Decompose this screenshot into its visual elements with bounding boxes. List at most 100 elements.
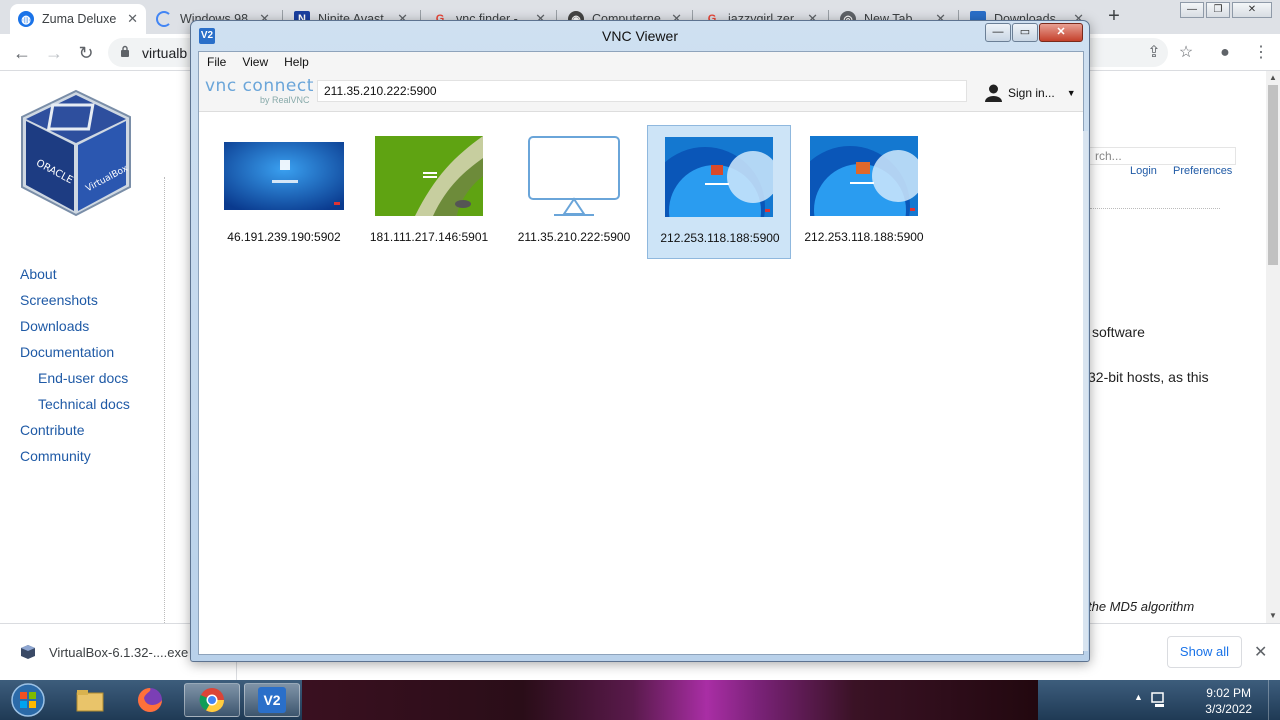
- clock-time: 9:02 PM: [1206, 686, 1251, 700]
- show-desktop-button[interactable]: [1268, 680, 1280, 720]
- vnc-client-area: File View Help vnc connect by RealVNC 21…: [198, 51, 1084, 655]
- close-icon[interactable]: ✕: [1254, 642, 1267, 662]
- page-text-software: software: [1092, 324, 1145, 340]
- header-rule: [1090, 208, 1220, 209]
- vnc-titlebar[interactable]: V2 VNC Viewer — ▭ ✕: [191, 21, 1089, 51]
- nav-screenshots[interactable]: Screenshots: [20, 292, 130, 318]
- vnc-address-input[interactable]: 211.35.210.222:5900: [317, 80, 967, 102]
- connection-tile[interactable]: 181.111.217.146:5901: [357, 125, 501, 259]
- new-tab-icon[interactable]: +: [1104, 6, 1124, 26]
- nav-documentation[interactable]: Documentation: [20, 344, 130, 370]
- connection-grid: 46.191.239.190:5902 181.111.217.146:5901: [199, 113, 1083, 653]
- desktop-thumbnail: [665, 137, 773, 217]
- taskbar-explorer[interactable]: [62, 683, 118, 717]
- vnc-connect-logo: vnc connect by RealVNC: [205, 76, 315, 106]
- scrollbar-thumb[interactable]: [1268, 85, 1278, 265]
- loading-icon: [156, 11, 172, 27]
- desktop-thumbnail: [810, 136, 918, 216]
- show-all-button[interactable]: Show all: [1167, 636, 1242, 668]
- lock-icon: [121, 45, 129, 57]
- chevron-down-icon: ▼: [1066, 88, 1076, 98]
- taskbar-background-area: [302, 680, 1038, 720]
- site-search-input[interactable]: rch...: [1088, 147, 1236, 165]
- connection-label: 181.111.217.146:5901: [369, 230, 489, 244]
- download-item[interactable]: VirtualBox-6.1.32-....exe: [20, 644, 188, 660]
- menu-help[interactable]: Help: [276, 52, 317, 72]
- connection-label: 46.191.239.190:5902: [227, 230, 341, 244]
- desktop-thumbnail: [375, 136, 483, 216]
- download-filename: VirtualBox-6.1.32-....exe: [49, 644, 189, 660]
- firefox-icon: [138, 688, 162, 712]
- menu-kebab-icon[interactable]: ⋮: [1251, 43, 1271, 63]
- reload-icon[interactable]: ↻: [74, 41, 98, 65]
- windows-start-icon[interactable]: [6, 682, 50, 718]
- vnc-menubar: File View Help: [199, 52, 1083, 72]
- nav-technical-docs[interactable]: Technical docs: [20, 396, 130, 422]
- monitor-icon: [528, 136, 620, 216]
- vnc-close-button[interactable]: ✕: [1039, 23, 1083, 42]
- page-scrollbar[interactable]: ▲ ▼: [1266, 71, 1280, 623]
- virtualbox-logo: ORACLE VirtualBox: [21, 89, 131, 217]
- installer-icon: [21, 645, 35, 659]
- taskbar-vnc-viewer[interactable]: V2: [244, 683, 300, 717]
- brand-sub: by RealVNC: [260, 95, 310, 105]
- network-icon[interactable]: [1150, 691, 1168, 709]
- preferences-link[interactable]: Preferences: [1173, 165, 1232, 177]
- login-link[interactable]: Login: [1130, 165, 1157, 177]
- tray-expand-icon[interactable]: ▲: [1134, 692, 1143, 702]
- page-text-md5: the MD5 algorithm: [1088, 599, 1195, 614]
- browser-tab-zuma[interactable]: ◍ Zuma Deluxe ✕: [10, 4, 146, 34]
- back-arrow-icon[interactable]: ←: [10, 41, 34, 65]
- taskbar-firefox[interactable]: [122, 683, 178, 717]
- scroll-up-icon[interactable]: ▲: [1266, 71, 1280, 85]
- vnc-address-row: vnc connect by RealVNC 211.35.210.222:59…: [199, 72, 1083, 112]
- forward-arrow-icon[interactable]: →: [42, 41, 66, 65]
- tab-title: Zuma Deluxe: [42, 12, 117, 26]
- menu-view[interactable]: View: [234, 52, 276, 72]
- address-text: virtualb: [142, 45, 188, 61]
- vnc-app-icon: V2: [258, 687, 286, 713]
- nav-contribute[interactable]: Contribute: [20, 422, 130, 448]
- connection-tile[interactable]: 211.35.210.222:5900: [502, 125, 646, 259]
- desktop-thumbnail: [224, 142, 344, 210]
- nav-downloads[interactable]: Downloads: [20, 318, 130, 344]
- clock[interactable]: 9:02 PM 3/3/2022: [1205, 685, 1252, 717]
- brand-name: vnc connect: [205, 76, 314, 96]
- sidebar-nav: About Screenshots Downloads Documentatio…: [20, 266, 130, 474]
- vnc-maximize-button[interactable]: ▭: [1012, 23, 1038, 42]
- browser-restore-button[interactable]: ❐: [1206, 2, 1230, 18]
- vnc-minimize-button[interactable]: —: [985, 23, 1011, 42]
- connection-label: 212.253.118.188:5900: [660, 231, 780, 245]
- window-title: VNC Viewer: [602, 28, 678, 44]
- windows-taskbar: V2 ▲ 9:02 PM 3/3/2022: [0, 680, 1280, 720]
- vnc-viewer-window: V2 VNC Viewer — ▭ ✕ File View Help vnc c…: [190, 20, 1090, 662]
- user-icon: [985, 84, 1002, 102]
- vnc-window-edge: [1083, 131, 1088, 651]
- connection-tile[interactable]: 46.191.239.190:5902: [212, 125, 356, 259]
- connection-tile[interactable]: 212.253.118.188:5900: [792, 125, 936, 259]
- nav-end-user-docs[interactable]: End-user docs: [20, 370, 130, 396]
- browser-minimize-button[interactable]: —: [1180, 2, 1204, 18]
- system-tray: ▲ 9:02 PM 3/3/2022: [1130, 680, 1280, 720]
- connection-tile-selected[interactable]: 212.253.118.188:5900: [647, 125, 791, 259]
- chrome-icon: [199, 688, 224, 713]
- page-text-32bit: 32-bit hosts, as this: [1088, 369, 1209, 385]
- nav-community[interactable]: Community: [20, 448, 130, 474]
- menu-file[interactable]: File: [199, 52, 234, 72]
- share-icon[interactable]: ⇪: [1144, 43, 1164, 63]
- scroll-down-icon[interactable]: ▼: [1266, 609, 1280, 623]
- nav-about[interactable]: About: [20, 266, 130, 292]
- sign-in-label: Sign in...: [1008, 86, 1055, 100]
- connection-label: 211.35.210.222:5900: [517, 230, 631, 244]
- profile-icon[interactable]: ●: [1215, 43, 1235, 63]
- folder-icon: [76, 690, 104, 712]
- browser-close-button[interactable]: ✕: [1232, 2, 1272, 18]
- globe-icon: ◍: [18, 11, 34, 27]
- taskbar-chrome[interactable]: [184, 683, 240, 717]
- connection-label: 212.253.118.188:5900: [804, 230, 924, 244]
- clock-date: 3/3/2022: [1205, 702, 1252, 716]
- sidebar-divider: [164, 177, 165, 627]
- bookmark-star-icon[interactable]: ☆: [1176, 43, 1196, 63]
- tab-close-icon[interactable]: ✕: [127, 11, 138, 27]
- sign-in-button[interactable]: Sign in... ▼: [985, 84, 1076, 102]
